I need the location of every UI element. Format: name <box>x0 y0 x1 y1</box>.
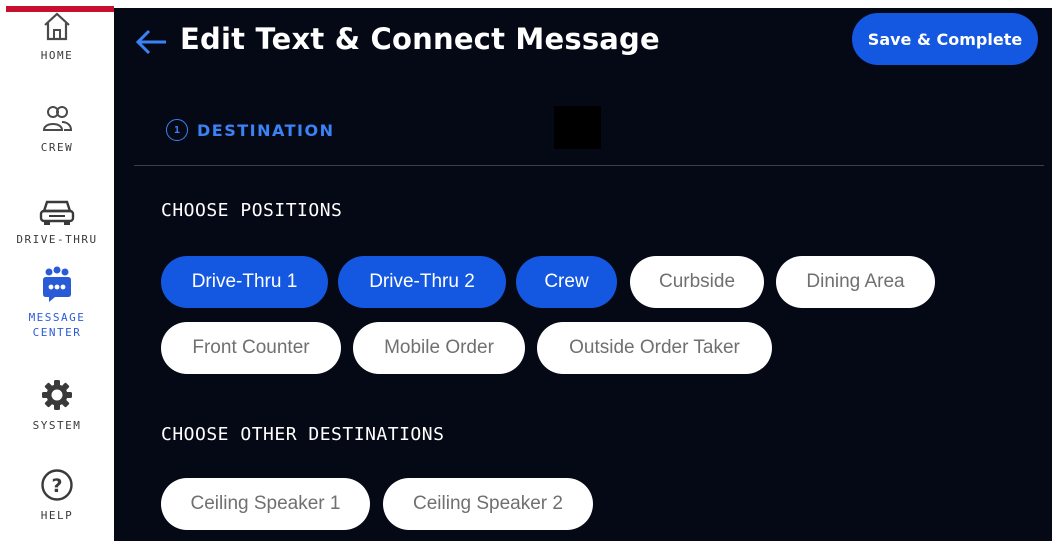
destination-chip-ceiling-speaker-1[interactable]: Ceiling Speaker 1 <box>161 478 370 530</box>
message-center-icon <box>37 266 77 304</box>
position-chip-curbside[interactable]: Curbside <box>630 256 764 308</box>
home-icon <box>41 8 73 42</box>
sidebar-item-label: HELP <box>40 509 74 522</box>
gear-icon <box>40 378 74 412</box>
destination-chip-ceiling-speaker-2[interactable]: Ceiling Speaker 2 <box>383 478 593 530</box>
sidebar-item-crew[interactable]: CREW <box>0 100 114 155</box>
main-panel: Edit Text & Connect Message Save & Compl… <box>114 8 1052 541</box>
other-destinations-title: CHOOSE OTHER DESTINATIONS <box>161 424 445 445</box>
position-chip-dining-area[interactable]: Dining Area <box>776 256 935 308</box>
header: Edit Text & Connect Message Save & Compl… <box>114 8 1052 80</box>
help-icon: ? <box>40 468 74 502</box>
sidebar-item-label: SYSTEM <box>32 419 82 432</box>
position-chip-mobile-order[interactable]: Mobile Order <box>353 322 525 374</box>
sidebar: HOME CREW DRIVE-THRU MESSAGE CENTER SYST… <box>0 0 114 541</box>
sidebar-item-label: HOME <box>40 49 74 62</box>
position-chip-drive-thru-2[interactable]: Drive-Thru 2 <box>338 256 506 308</box>
sidebar-item-label: MESSAGE CENTER <box>28 311 86 339</box>
crew-icon <box>40 100 74 134</box>
divider <box>134 165 1044 166</box>
save-complete-button[interactable]: Save & Complete <box>852 13 1038 65</box>
step-label: DESTINATION <box>197 120 335 140</box>
step-indicator[interactable]: 1 DESTINATION <box>166 119 335 141</box>
sidebar-item-home[interactable]: HOME <box>0 8 114 63</box>
sidebar-item-label: CREW <box>40 141 74 154</box>
sidebar-item-message-center[interactable]: MESSAGE CENTER <box>0 266 114 340</box>
position-chip-front-counter[interactable]: Front Counter <box>161 322 341 374</box>
sidebar-item-label: DRIVE-THRU <box>16 233 98 246</box>
position-chip-crew[interactable]: Crew <box>516 256 617 308</box>
redacted-block <box>554 106 601 149</box>
car-icon <box>39 192 75 226</box>
position-chip-drive-thru-1[interactable]: Drive-Thru 1 <box>161 256 328 308</box>
svg-text:?: ? <box>51 475 62 497</box>
page-title: Edit Text & Connect Message <box>180 22 660 56</box>
sidebar-item-drive-thru[interactable]: DRIVE-THRU <box>0 192 114 247</box>
positions-title: CHOOSE POSITIONS <box>161 200 343 221</box>
sidebar-item-help[interactable]: ? HELP <box>0 468 114 523</box>
sidebar-item-system[interactable]: SYSTEM <box>0 378 114 433</box>
back-arrow-icon[interactable] <box>134 25 168 59</box>
position-chip-outside-order-taker[interactable]: Outside Order Taker <box>537 322 772 374</box>
step-number: 1 <box>166 119 188 141</box>
